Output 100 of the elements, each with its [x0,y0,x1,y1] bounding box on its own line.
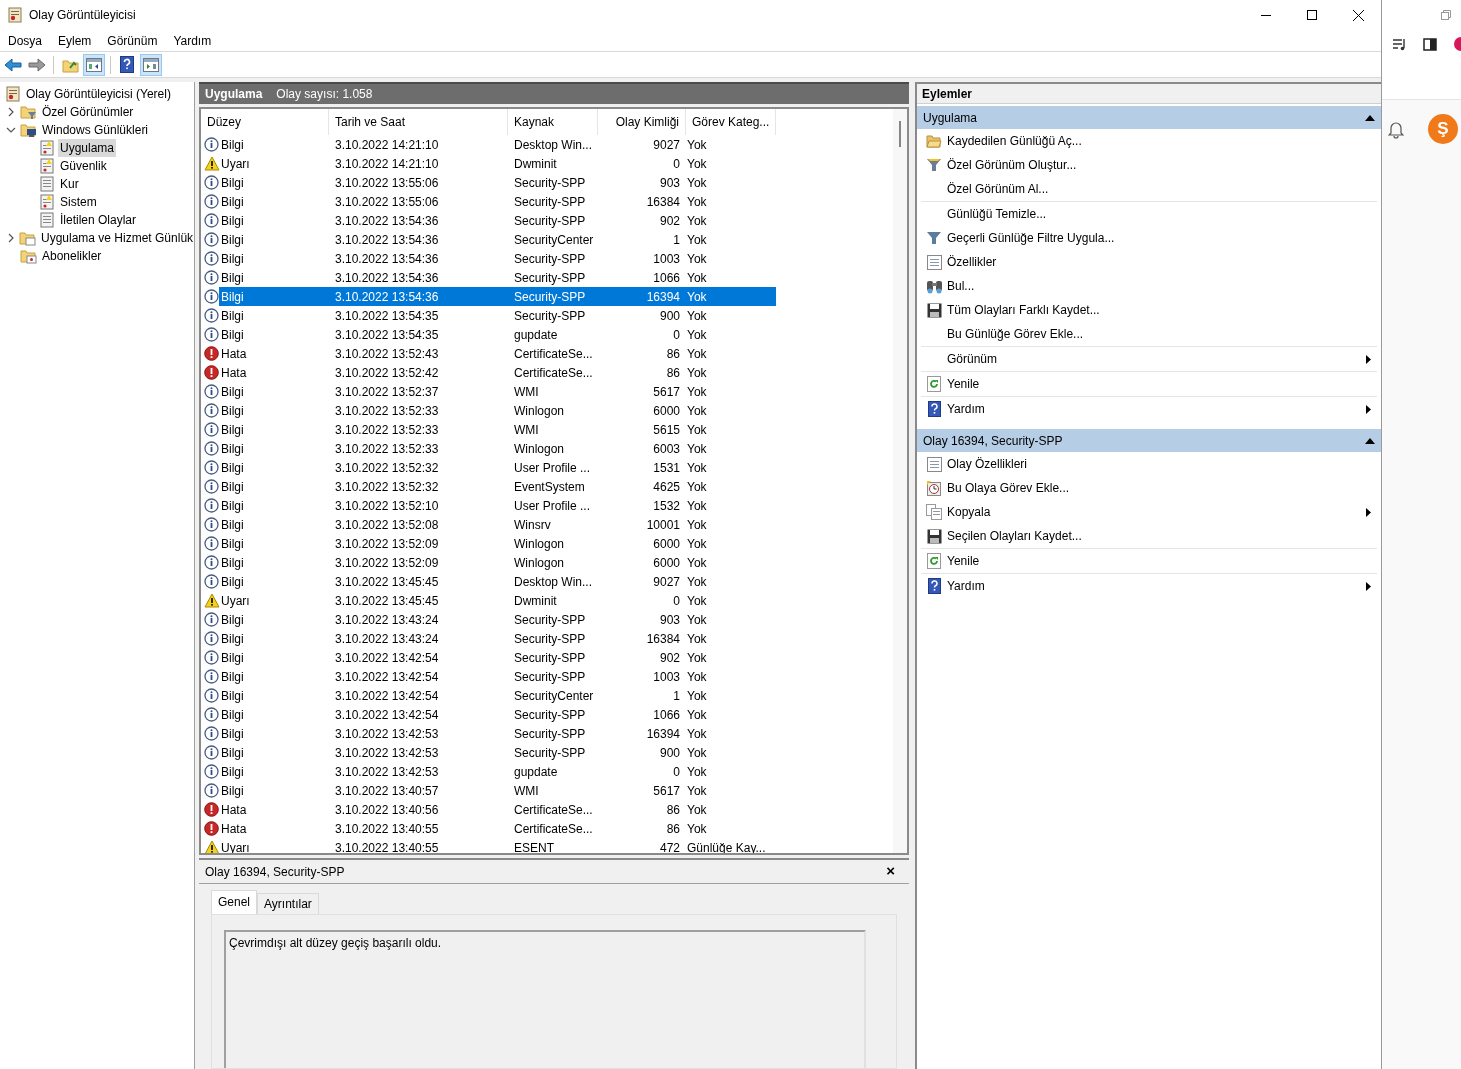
playlist-icon[interactable] [1392,37,1407,51]
table-row[interactable]: Bilgi 3.10.2022 13:52:33 Winlogon 6003 Yok [219,439,776,458]
action-item[interactable]: Özellikler [921,250,1377,274]
table-row[interactable]: Bilgi 3.10.2022 13:52:37 WMI 5617 Yok [219,382,776,401]
table-row[interactable]: Bilgi 3.10.2022 13:54:36 Security-SPP 1066 Yok [219,268,776,287]
table-cell-text: Bilgi [220,136,245,154]
close-button[interactable]: × [886,860,903,883]
scrollbar-thumb[interactable] [899,121,901,147]
tab[interactable]: Genel [211,890,258,914]
menu-item[interactable]: Eylem [50,29,100,52]
table-row[interactable]: Hata 3.10.2022 13:40:55 CertificateSe... 86 Yok [219,819,776,838]
table-row[interactable]: Bilgi 3.10.2022 13:52:33 Winlogon 6000 Yok [219,401,776,420]
action-item[interactable]: Özel Görünüm Al... [921,177,1377,201]
action-item[interactable]: Günlüğü Temizle... [921,202,1377,226]
restore-icon[interactable] [1441,10,1451,20]
table-row[interactable]: Bilgi 3.10.2022 13:42:54 Security-SPP 902 Yok [219,648,776,667]
table-row[interactable]: Uyarı 3.10.2022 14:21:10 Dwminit 0 Yok [219,154,776,173]
action-item[interactable]: Bu Olaya Görev Ekle... [921,476,1377,500]
table-row[interactable]: Bilgi 3.10.2022 13:52:09 Winlogon 6000 Yok [219,534,776,553]
menu-item[interactable]: Yardım [165,29,220,52]
table-row[interactable]: Bilgi 3.10.2022 13:52:09 Winlogon 6000 Yok [219,553,776,572]
table-cell-text: Security-SPP [513,668,587,686]
action-item[interactable]: Bu Günlüğe Görev Ekle... [921,322,1377,346]
table-cell-text: CertificateSe... [513,820,594,838]
vertical-scrollbar[interactable] [893,109,907,853]
action-item[interactable]: Bul... [921,274,1377,298]
tab[interactable]: Ayrıntılar [257,893,319,914]
tree-item[interactable]: Kur [58,175,81,193]
tree-item[interactable]: İletilen Olaylar [58,211,139,229]
tree-item[interactable]: Sistem [58,193,99,211]
column-header[interactable]: Görev Kateg... [686,109,776,135]
table-row[interactable]: Bilgi 3.10.2022 13:40:57 WMI 5617 Yok [219,781,776,800]
action-item[interactable]: Özel Görünüm Oluştur... [921,153,1377,177]
table-row[interactable]: Bilgi 3.10.2022 13:52:32 EventSystem 4625 Yok [219,477,776,496]
table-row[interactable]: Bilgi 3.10.2022 13:52:10 User Profile ... 1532 Yok [219,496,776,515]
section-header[interactable]: Uygulama [917,106,1381,129]
table-row[interactable]: Bilgi 3.10.2022 13:43:24 Security-SPP 16384 Yok [219,629,776,648]
menu-item[interactable]: Görünüm [99,29,166,52]
show-tree-icon [86,57,102,72]
table-row[interactable]: Hata 3.10.2022 13:52:43 CertificateSe... 86 Yok [219,344,776,363]
chevron-right-icon[interactable] [6,233,16,243]
tree-item[interactable]: Windows Günlükleri [40,121,151,139]
table-row[interactable]: Bilgi 3.10.2022 13:54:36 SecurityCenter 1 Yok [219,230,776,249]
table-cell-text: Bilgi [220,288,245,306]
tree-item[interactable]: Güvenlik [58,157,109,175]
table-row[interactable]: Bilgi 3.10.2022 14:21:10 Desktop Win... 9027 Yok [219,135,776,154]
action-item[interactable]: Yenile [921,549,1377,573]
table-row[interactable]: Bilgi 3.10.2022 13:45:45 Desktop Win... 9027 Yok [219,572,776,591]
table-cell-text: 9027 [652,136,681,154]
column-header[interactable]: Tarih ve Saat [329,109,508,135]
action-item[interactable]: Tüm Olayları Farklı Kaydet... [921,298,1377,322]
table-cell-text: Yok [686,706,708,724]
table-row[interactable]: Bilgi 3.10.2022 13:42:54 SecurityCenter 1 Yok [219,686,776,705]
chevron-right-icon[interactable] [6,107,16,117]
help-icon [927,401,941,417]
action-item[interactable]: Olay Özellikleri [921,452,1377,476]
table-row[interactable]: Bilgi 3.10.2022 13:54:36 Security-SPP 16394 Yok [219,287,776,306]
section-header[interactable]: Olay 16394, Security-SPP [917,429,1381,452]
tree-item[interactable]: Özel Görünümler [40,103,136,121]
action-item[interactable]: Yardım [921,574,1377,598]
action-item[interactable]: Yardım [921,397,1377,421]
table-row[interactable]: Bilgi 3.10.2022 13:55:06 Security-SPP 16384 Yok [219,192,776,211]
column-header[interactable]: Düzey [201,109,329,135]
clock-task-icon [926,480,942,496]
collapse-caret-icon[interactable] [1365,114,1375,121]
tree-item[interactable]: Uygulama ve Hizmet Günlük [39,229,194,247]
sidebar-icon[interactable] [1423,37,1437,51]
column-header[interactable]: Olay Kimliği [598,109,686,135]
table-row[interactable]: Hata 3.10.2022 13:40:56 CertificateSe... 86 Yok [219,800,776,819]
chevron-down-icon[interactable] [6,125,16,135]
table-row[interactable]: Bilgi 3.10.2022 13:54:35 Security-SPP 900 Yok [219,306,776,325]
table-row[interactable]: Bilgi 3.10.2022 13:42:53 Security-SPP 16394 Yok [219,724,776,743]
action-item[interactable]: Kopyala [921,500,1377,524]
action-item[interactable]: Kaydedilen Günlüğü Aç... [921,129,1377,153]
collapse-caret-icon[interactable] [1365,437,1375,444]
table-row[interactable]: Bilgi 3.10.2022 13:54:36 Security-SPP 902 Yok [219,211,776,230]
menu-item[interactable]: Dosya [0,29,50,52]
action-item[interactable]: Seçilen Olayları Kaydet... [921,524,1377,548]
table-row[interactable]: Bilgi 3.10.2022 13:55:06 Security-SPP 903 Yok [219,173,776,192]
table-row[interactable]: Bilgi 3.10.2022 13:42:53 gupdate 0 Yok [219,762,776,781]
column-header[interactable]: Kaynak [508,109,598,135]
table-row[interactable]: Bilgi 3.10.2022 13:42:54 Security-SPP 1003 Yok [219,667,776,686]
tree-item[interactable]: Abonelikler [40,247,104,265]
tree-item[interactable]: Uygulama [58,139,117,157]
tree-item[interactable]: Olay Görüntüleyicisi (Yerel) [24,85,173,103]
action-item[interactable]: Geçerli Günlüğe Filtre Uygula... [921,226,1377,250]
info-icon [204,612,219,627]
table-row[interactable]: Bilgi 3.10.2022 13:52:32 User Profile ... 1531 Yok [219,458,776,477]
table-row[interactable]: Bilgi 3.10.2022 13:54:35 gupdate 0 Yok [219,325,776,344]
table-row[interactable]: Bilgi 3.10.2022 13:42:54 Security-SPP 1066 Yok [219,705,776,724]
table-row[interactable]: Uyarı 3.10.2022 13:45:45 Dwminit 0 Yok [219,591,776,610]
action-item[interactable]: Yenile [921,372,1377,396]
table-row[interactable]: Hata 3.10.2022 13:52:42 CertificateSe... 86 Yok [219,363,776,382]
table-row[interactable]: Bilgi 3.10.2022 13:52:33 WMI 5615 Yok [219,420,776,439]
table-row[interactable]: Bilgi 3.10.2022 13:54:36 Security-SPP 1003 Yok [219,249,776,268]
table-row[interactable]: Bilgi 3.10.2022 13:43:24 Security-SPP 903 Yok [219,610,776,629]
table-row[interactable]: Bilgi 3.10.2022 13:42:53 Security-SPP 900 Yok [219,743,776,762]
table-row[interactable]: Bilgi 3.10.2022 13:52:08 Winsrv 10001 Yok [219,515,776,534]
action-item[interactable]: Görünüm [921,347,1377,371]
bell-icon[interactable] [1388,119,1404,139]
